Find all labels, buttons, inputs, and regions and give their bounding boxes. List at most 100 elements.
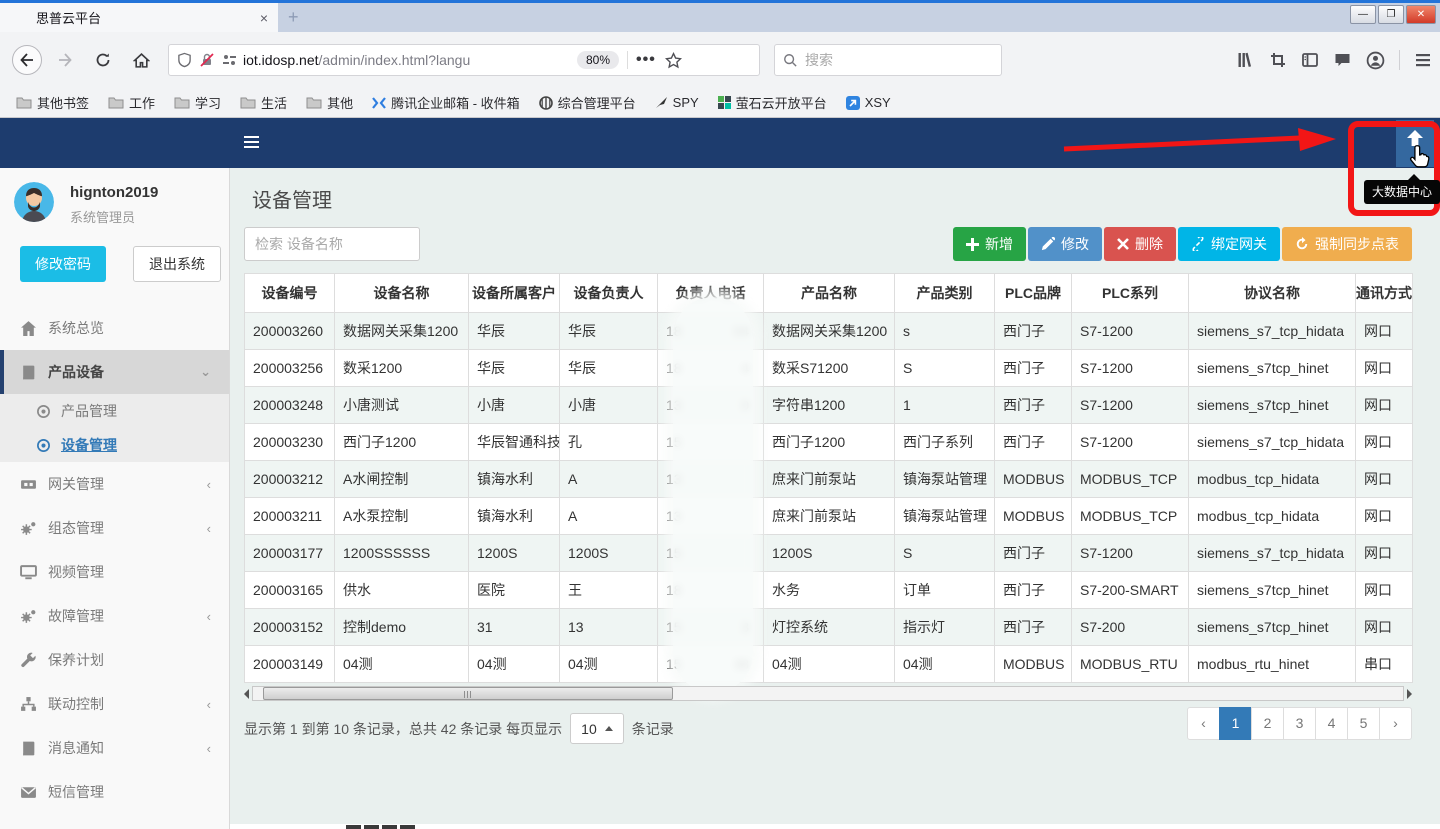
delete-button[interactable]: 删除	[1104, 227, 1176, 261]
bookmark-folder-study[interactable]: 学习	[174, 93, 221, 112]
bookmark-tencent-mail[interactable]: 腾讯企业邮箱 - 收件箱	[372, 93, 520, 112]
table-row[interactable]: 200003177 1200SSSSSS 1200S 1200S 15 1200…	[245, 535, 1413, 572]
cell-protocol: siemens_s7_tcp_hidata	[1189, 424, 1356, 461]
force-sync-button[interactable]: 强制同步点表	[1282, 227, 1412, 261]
table-row[interactable]: 200003152 控制demo 31 13 153 灯控系统 指示灯 西门子 …	[245, 609, 1413, 646]
forward-button[interactable]	[50, 45, 80, 75]
bookmark-xsy[interactable]: XSY	[846, 95, 891, 110]
screenshot-icon[interactable]	[1269, 51, 1287, 69]
sidebar-item-device-management[interactable]: 设备管理	[0, 428, 229, 462]
cell-device-name: A水泵控制	[335, 498, 469, 535]
page-button-2[interactable]: 2	[1251, 707, 1284, 740]
table-row[interactable]: 200003256 数采1200 华辰 华辰 184 数采S71200 S 西门…	[245, 350, 1413, 387]
sidebar-item-product-device[interactable]: 产品设备 ⌄	[0, 350, 229, 394]
bookmark-star-icon[interactable]	[665, 52, 682, 69]
sidebar-toggle-icon[interactable]	[244, 136, 259, 151]
col-header[interactable]: 设备所属客户	[469, 274, 560, 313]
browser-tab[interactable]: 思普云平台 ×	[0, 3, 278, 32]
sidebar-item-fault-management[interactable]: 故障管理 ‹	[0, 594, 229, 638]
chevron-left-icon: ‹	[207, 741, 211, 756]
edit-button[interactable]: 修改	[1028, 227, 1102, 261]
col-header[interactable]: 设备负责人	[560, 274, 658, 313]
back-button[interactable]	[12, 45, 42, 75]
scrollbar-thumb[interactable]	[263, 687, 673, 700]
change-password-button[interactable]: 修改密码	[20, 246, 106, 282]
scroll-right-arrow-icon[interactable]	[1407, 689, 1412, 699]
cell-customer: 镇海水利	[469, 461, 560, 498]
bookmark-folder-work[interactable]: 工作	[108, 93, 155, 112]
logout-button[interactable]: 退出系统	[133, 246, 221, 282]
account-icon[interactable]	[1366, 51, 1385, 70]
col-header[interactable]: PLC系列	[1072, 274, 1189, 313]
page-button-3[interactable]: 3	[1283, 707, 1316, 740]
page-actions-icon[interactable]: •••	[636, 51, 656, 69]
col-header[interactable]: 产品名称	[764, 274, 895, 313]
col-header[interactable]: 产品类别	[895, 274, 995, 313]
messages-icon[interactable]	[1333, 51, 1352, 69]
table-row[interactable]: 200003248 小唐测试 小唐 小唐 130 字符串1200 1 西门子 S…	[245, 387, 1413, 424]
sidebar-item-linkage-control[interactable]: 联动控制 ‹	[0, 682, 229, 726]
browser-search-input[interactable]	[805, 52, 965, 68]
cell-customer: 华辰	[469, 350, 560, 387]
window-restore-button[interactable]: ❐	[1378, 5, 1404, 24]
bookmark-mgmt-platform[interactable]: 综合管理平台	[539, 93, 636, 112]
sidebar-item-system-overview[interactable]: 系统总览	[0, 306, 229, 350]
window-minimize-button[interactable]: —	[1350, 5, 1376, 24]
sidebar-item-config-management[interactable]: 组态管理 ‹	[0, 506, 229, 550]
reload-button[interactable]	[88, 45, 118, 75]
table-row[interactable]: 200003212 A水闸控制 镇海水利 A 13 庶来门前泵站 镇海泵站管理 …	[245, 461, 1413, 498]
sidebar-item-maintenance-plan[interactable]: 保养计划	[0, 638, 229, 682]
page-button-4[interactable]: 4	[1315, 707, 1348, 740]
col-header[interactable]: 设备名称	[335, 274, 469, 313]
bookmark-folder-life[interactable]: 生活	[240, 93, 287, 112]
page-button-1[interactable]: 1	[1219, 707, 1252, 740]
table-row[interactable]: 200003230 西门子1200 华辰智通科技 孔 15 西门子1200 西门…	[245, 424, 1413, 461]
cell-category: 镇海泵站管理	[895, 498, 995, 535]
bind-gateway-button[interactable]: 绑定网关	[1178, 227, 1280, 261]
cell-owner: 华辰	[560, 350, 658, 387]
table-row[interactable]: 200003260 数据网关采集1200 华辰 华辰 1804 数据网关采集12…	[245, 313, 1413, 350]
page-button-5[interactable]: 5	[1347, 707, 1380, 740]
col-header[interactable]: 通讯方式	[1356, 274, 1413, 313]
cell-device-name: 西门子1200	[335, 424, 469, 461]
home-button[interactable]	[126, 45, 156, 75]
library-icon[interactable]	[1236, 51, 1255, 69]
prev-page-button[interactable]: ‹	[1187, 707, 1220, 740]
pencil-icon	[1041, 237, 1055, 251]
chevron-down-icon: ⌄	[200, 364, 211, 380]
sidebars-icon[interactable]	[1301, 51, 1319, 69]
bookmark-spy[interactable]: SPY	[655, 95, 699, 110]
scrollbar-track[interactable]	[252, 686, 1404, 701]
horizontal-scrollbar[interactable]	[244, 686, 1412, 701]
bookmark-folder-other[interactable]: 其他书签	[16, 93, 89, 112]
sidebar-item-cutoff[interactable]	[0, 814, 229, 829]
add-button[interactable]: 新增	[953, 227, 1026, 261]
sidebar-item-product-management[interactable]: 产品管理	[0, 394, 229, 428]
url-bar[interactable]: iot.idosp.net/admin/index.html?langu 80%…	[168, 44, 760, 76]
scroll-left-arrow-icon[interactable]	[244, 689, 249, 699]
sidebar-item-sms-management[interactable]: 短信管理	[0, 770, 229, 814]
table-row[interactable]: 200003211 A水泵控制 镇海水利 A 13 庶来门前泵站 镇海泵站管理 …	[245, 498, 1413, 535]
col-header[interactable]: 协议名称	[1189, 274, 1356, 313]
cell-plc-brand: MODBUS	[995, 498, 1072, 535]
col-header[interactable]: PLC品牌	[995, 274, 1072, 313]
next-page-button[interactable]: ›	[1379, 707, 1412, 740]
table-row[interactable]: 200003149 04测 04测 04测 1538 04测 04测 MODBU…	[245, 646, 1413, 683]
device-search-input[interactable]	[244, 227, 420, 261]
bookmark-folder-misc[interactable]: 其他	[306, 93, 353, 112]
sidebar-item-video-management[interactable]: 视频管理	[0, 550, 229, 594]
zoom-level-badge[interactable]: 80%	[577, 51, 619, 69]
cell-protocol: siemens_s7tcp_hinet	[1189, 609, 1356, 646]
browser-search-box[interactable]	[774, 44, 1002, 76]
sidebar-item-gateway-management[interactable]: 网关管理 ‹	[0, 462, 229, 506]
new-tab-button[interactable]: +	[288, 8, 299, 26]
page-size-select[interactable]: 10	[570, 713, 624, 744]
menu-icon[interactable]	[1414, 52, 1432, 68]
table-row[interactable]: 200003165 供水 医院 王 18 水务 订单 西门子 S7-200-SM…	[245, 572, 1413, 609]
cell-product: 数据网关采集1200	[764, 313, 895, 350]
bookmark-ezviz[interactable]: 萤石云开放平台	[718, 93, 827, 112]
window-close-button[interactable]: ✕	[1406, 5, 1436, 24]
col-header[interactable]: 设备编号	[245, 274, 335, 313]
sidebar-item-message-notice[interactable]: 消息通知 ‹	[0, 726, 229, 770]
tab-close-icon[interactable]: ×	[260, 10, 268, 26]
